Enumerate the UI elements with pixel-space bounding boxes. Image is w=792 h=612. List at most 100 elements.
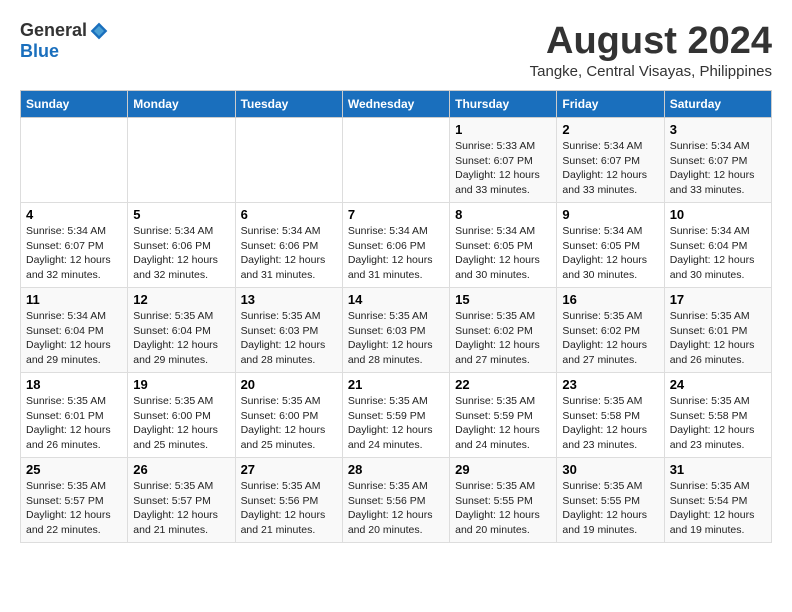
table-row: 13 Sunrise: 5:35 AM Sunset: 6:03 PM Dayli… (235, 288, 342, 373)
day-number: 16 (562, 292, 658, 307)
day-number: 27 (241, 462, 337, 477)
calendar-week-row: 18 Sunrise: 5:35 AM Sunset: 6:01 PM Dayli… (21, 373, 772, 458)
calendar-day-header: Monday (128, 91, 235, 118)
calendar-day-header: Saturday (664, 91, 771, 118)
day-content: Sunrise: 5:34 AM Sunset: 6:04 PM Dayligh… (670, 224, 766, 283)
day-number: 28 (348, 462, 444, 477)
day-number: 19 (133, 377, 229, 392)
day-number: 24 (670, 377, 766, 392)
day-number: 23 (562, 377, 658, 392)
table-row: 23 Sunrise: 5:35 AM Sunset: 5:58 PM Dayli… (557, 373, 664, 458)
day-number: 10 (670, 207, 766, 222)
day-content: Sunrise: 5:34 AM Sunset: 6:07 PM Dayligh… (562, 139, 658, 198)
table-row: 11 Sunrise: 5:34 AM Sunset: 6:04 PM Dayli… (21, 288, 128, 373)
day-content: Sunrise: 5:35 AM Sunset: 5:57 PM Dayligh… (26, 479, 122, 538)
day-content: Sunrise: 5:35 AM Sunset: 6:03 PM Dayligh… (241, 309, 337, 368)
calendar-day-header: Friday (557, 91, 664, 118)
day-content: Sunrise: 5:35 AM Sunset: 6:00 PM Dayligh… (133, 394, 229, 453)
day-content: Sunrise: 5:34 AM Sunset: 6:07 PM Dayligh… (26, 224, 122, 283)
calendar-table: SundayMondayTuesdayWednesdayThursdayFrid… (20, 90, 772, 543)
day-content: Sunrise: 5:35 AM Sunset: 5:57 PM Dayligh… (133, 479, 229, 538)
logo-icon (89, 21, 109, 41)
table-row: 29Sunrise: 5:35 AM Sunset: 5:55 PM Dayli… (450, 458, 557, 543)
table-row: 20Sunrise: 5:35 AM Sunset: 6:00 PM Dayli… (235, 373, 342, 458)
day-content: Sunrise: 5:35 AM Sunset: 5:58 PM Dayligh… (562, 394, 658, 453)
month-year-title: August 2024 (530, 20, 772, 63)
table-row: 17Sunrise: 5:35 AM Sunset: 6:01 PM Dayli… (664, 288, 771, 373)
day-number: 30 (562, 462, 658, 477)
table-row: 1 Sunrise: 5:33 AM Sunset: 6:07 PM Daylig… (450, 118, 557, 203)
day-content: Sunrise: 5:35 AM Sunset: 5:59 PM Dayligh… (455, 394, 551, 453)
calendar-week-row: 1 Sunrise: 5:33 AM Sunset: 6:07 PM Daylig… (21, 118, 772, 203)
logo-blue-text: Blue (20, 41, 59, 62)
day-number: 22 (455, 377, 551, 392)
day-content: Sunrise: 5:35 AM Sunset: 5:56 PM Dayligh… (348, 479, 444, 538)
table-row: 25Sunrise: 5:35 AM Sunset: 5:57 PM Dayli… (21, 458, 128, 543)
day-number: 5 (133, 207, 229, 222)
day-number: 11 (26, 292, 122, 307)
day-number: 29 (455, 462, 551, 477)
table-row: 30 Sunrise: 5:35 AM Sunset: 5:55 PM Dayli… (557, 458, 664, 543)
day-number: 15 (455, 292, 551, 307)
table-row: 16Sunrise: 5:35 AM Sunset: 6:02 PM Dayli… (557, 288, 664, 373)
calendar-day-header: Wednesday (342, 91, 449, 118)
day-number: 21 (348, 377, 444, 392)
day-content: Sunrise: 5:35 AM Sunset: 5:59 PM Dayligh… (348, 394, 444, 453)
day-content: Sunrise: 5:35 AM Sunset: 5:58 PM Dayligh… (670, 394, 766, 453)
table-row: 28 Sunrise: 5:35 AM Sunset: 5:56 PM Dayli… (342, 458, 449, 543)
calendar-day-header: Tuesday (235, 91, 342, 118)
table-row: 3 Sunrise: 5:34 AM Sunset: 6:07 PM Daylig… (664, 118, 771, 203)
table-row (342, 118, 449, 203)
table-row (235, 118, 342, 203)
day-number: 26 (133, 462, 229, 477)
calendar-week-row: 4Sunrise: 5:34 AM Sunset: 6:07 PM Daylig… (21, 203, 772, 288)
table-row: 21 Sunrise: 5:35 AM Sunset: 5:59 PM Dayli… (342, 373, 449, 458)
calendar-week-row: 11 Sunrise: 5:34 AM Sunset: 6:04 PM Dayli… (21, 288, 772, 373)
day-number: 6 (241, 207, 337, 222)
day-number: 1 (455, 122, 551, 137)
day-content: Sunrise: 5:34 AM Sunset: 6:05 PM Dayligh… (455, 224, 551, 283)
page-header: General Blue August 2024 Tangke, Central… (20, 20, 772, 80)
day-content: Sunrise: 5:35 AM Sunset: 6:01 PM Dayligh… (26, 394, 122, 453)
table-row: 18 Sunrise: 5:35 AM Sunset: 6:01 PM Dayli… (21, 373, 128, 458)
calendar-day-header: Sunday (21, 91, 128, 118)
calendar-week-row: 25Sunrise: 5:35 AM Sunset: 5:57 PM Dayli… (21, 458, 772, 543)
day-number: 12 (133, 292, 229, 307)
title-block: August 2024 Tangke, Central Visayas, Phi… (530, 20, 772, 80)
day-content: Sunrise: 5:34 AM Sunset: 6:06 PM Dayligh… (133, 224, 229, 283)
table-row: 27 Sunrise: 5:35 AM Sunset: 5:56 PM Dayli… (235, 458, 342, 543)
day-content: Sunrise: 5:34 AM Sunset: 6:07 PM Dayligh… (670, 139, 766, 198)
day-number: 2 (562, 122, 658, 137)
day-number: 13 (241, 292, 337, 307)
day-content: Sunrise: 5:35 AM Sunset: 5:54 PM Dayligh… (670, 479, 766, 538)
day-number: 8 (455, 207, 551, 222)
day-content: Sunrise: 5:34 AM Sunset: 6:04 PM Dayligh… (26, 309, 122, 368)
table-row (21, 118, 128, 203)
table-row: 2 Sunrise: 5:34 AM Sunset: 6:07 PM Daylig… (557, 118, 664, 203)
day-content: Sunrise: 5:35 AM Sunset: 5:55 PM Dayligh… (562, 479, 658, 538)
table-row: 8 Sunrise: 5:34 AM Sunset: 6:05 PM Daylig… (450, 203, 557, 288)
table-row: 7Sunrise: 5:34 AM Sunset: 6:06 PM Daylig… (342, 203, 449, 288)
day-content: Sunrise: 5:35 AM Sunset: 6:02 PM Dayligh… (455, 309, 551, 368)
day-content: Sunrise: 5:34 AM Sunset: 6:05 PM Dayligh… (562, 224, 658, 283)
day-content: Sunrise: 5:35 AM Sunset: 6:03 PM Dayligh… (348, 309, 444, 368)
table-row: 4Sunrise: 5:34 AM Sunset: 6:07 PM Daylig… (21, 203, 128, 288)
day-content: Sunrise: 5:33 AM Sunset: 6:07 PM Dayligh… (455, 139, 551, 198)
day-number: 3 (670, 122, 766, 137)
table-row: 22 Sunrise: 5:35 AM Sunset: 5:59 PM Dayli… (450, 373, 557, 458)
day-content: Sunrise: 5:34 AM Sunset: 6:06 PM Dayligh… (241, 224, 337, 283)
table-row: 19 Sunrise: 5:35 AM Sunset: 6:00 PM Dayli… (128, 373, 235, 458)
day-content: Sunrise: 5:35 AM Sunset: 6:00 PM Dayligh… (241, 394, 337, 453)
calendar-header-row: SundayMondayTuesdayWednesdayThursdayFrid… (21, 91, 772, 118)
day-number: 7 (348, 207, 444, 222)
logo: General Blue (20, 20, 109, 62)
table-row: 26 Sunrise: 5:35 AM Sunset: 5:57 PM Dayli… (128, 458, 235, 543)
table-row: 14Sunrise: 5:35 AM Sunset: 6:03 PM Dayli… (342, 288, 449, 373)
day-content: Sunrise: 5:35 AM Sunset: 5:56 PM Dayligh… (241, 479, 337, 538)
day-number: 18 (26, 377, 122, 392)
table-row: 10 Sunrise: 5:34 AM Sunset: 6:04 PM Dayli… (664, 203, 771, 288)
table-row: 5 Sunrise: 5:34 AM Sunset: 6:06 PM Daylig… (128, 203, 235, 288)
location-subtitle: Tangke, Central Visayas, Philippines (530, 63, 772, 80)
table-row: 15 Sunrise: 5:35 AM Sunset: 6:02 PM Dayli… (450, 288, 557, 373)
calendar-day-header: Thursday (450, 91, 557, 118)
